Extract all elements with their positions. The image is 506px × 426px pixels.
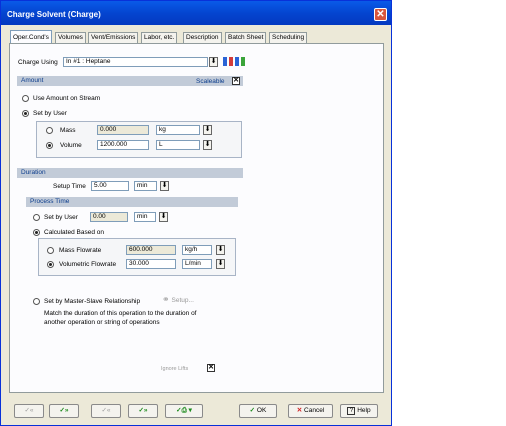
mass-flowrate-radio[interactable] [47,247,54,254]
close-button[interactable]: ✕ [374,8,387,21]
set-by-user-radio[interactable] [22,110,29,117]
vol-flowrate-unit-dropdown[interactable]: ⬇ [216,259,225,269]
ignore-lifts-label: Ignore Lifts [161,366,189,372]
duration-title: Duration [21,169,46,176]
first-op-button[interactable]: ✓« [14,404,44,418]
mass-flowrate-label: Mass Flowrate [59,247,102,254]
chevron-down-icon: ⬇ [204,126,211,133]
next-op-button[interactable]: ✓» [49,404,79,418]
volume-field[interactable]: 1200.000 [97,140,149,150]
setup-time-unit-select[interactable]: min [134,181,157,191]
help-button-label: Help [357,407,371,414]
amount-title: Amount [21,77,44,84]
tab-panel: Charge Using In #1 : Heptane ⬇ Amount Sc… [9,43,384,393]
charge-using-dropdown[interactable]: ⬇ [209,57,218,67]
check-forward-icon: ✓» [59,407,69,414]
mass-unit-dropdown[interactable]: ⬇ [203,125,212,135]
mass-unit-select[interactable]: kg [156,125,200,135]
x-icon: ✕ [296,407,303,414]
chevron-down-icon: ⬇ [210,58,217,65]
master-slave-desc-line1: Match the duration of this operation to … [44,310,197,317]
vol-flowrate-radio[interactable] [47,261,54,268]
setup-time-unit-dropdown[interactable]: ⬇ [160,181,169,191]
mass-field[interactable]: 0.000 [97,125,149,135]
check-menu-icon: ✓⎙ ▾ [176,407,192,414]
check-fast-forward-icon: ✓» [138,407,148,414]
help-button[interactable]: ? Help [340,404,378,418]
process-set-by-user-label: Set by User [44,214,78,221]
tab-vent-emissions[interactable]: Vent/Emissions [88,32,139,43]
help-icon: ? [347,407,356,415]
chevron-down-icon: ⬇ [160,213,167,220]
volume-unit-dropdown[interactable]: ⬇ [203,140,212,150]
setup-time-label: Setup Time [53,183,86,190]
chevron-down-icon: ⬇ [204,141,211,148]
ignore-lifts-checkbox[interactable]: ✕ [207,364,215,372]
setup-time-field[interactable]: 5.00 [91,181,129,191]
last-op-button[interactable]: ✓» [128,404,158,418]
master-slave-label: Set by Master-Slave Relationship [44,298,141,305]
flowrate-box [38,238,236,276]
process-unit-dropdown[interactable]: ⬇ [159,212,168,222]
vol-flowrate-unit-select[interactable]: L/min [182,259,212,269]
process-set-by-user-field[interactable]: 0.00 [90,212,128,222]
duration-header: Duration [17,168,243,178]
use-amount-on-stream-label: Use Amount on Stream [33,95,101,102]
mass-radio[interactable] [46,127,53,134]
mass-flowrate-field[interactable]: 600.000 [126,245,176,255]
mass-flowrate-unit-dropdown[interactable]: ⬇ [216,245,225,255]
prev-op-button[interactable]: ✓« [91,404,121,418]
cancel-button-label: Cancel [304,407,325,414]
scaleable-label: Scaleable [196,78,225,85]
tab-oper-conds[interactable]: Oper.Cond's [10,30,52,44]
process-unit-select[interactable]: min [134,212,156,222]
dialog-window: Charge Solvent (Charge) ✕ Oper.Cond's Vo… [0,0,392,426]
tab-batch-sheet[interactable]: Batch Sheet [225,32,267,43]
master-slave-desc-line2: another operation or string of operation… [44,319,160,326]
volume-radio[interactable] [46,142,53,149]
close-icon: ✕ [376,9,385,20]
calculated-based-on-label: Calculated Based on [44,229,104,236]
cancel-button[interactable]: ✕ Cancel [288,404,333,418]
chain-icon: ⚭ [162,294,170,304]
volume-label: Volume [60,142,82,149]
check-back-icon: ✓« [101,407,111,414]
vol-flowrate-label: Volumetric Flowrate [59,261,117,268]
charge-using-select[interactable]: In #1 : Heptane [63,57,208,67]
calculated-based-on-radio[interactable] [33,229,40,236]
process-time-title: Process Time [30,198,70,205]
apply-menu-button[interactable]: ✓⎙ ▾ [165,404,203,418]
ok-button[interactable]: ✓ OK [239,404,277,418]
set-by-user-label: Set by User [33,110,67,117]
master-slave-radio[interactable] [33,298,40,305]
check-rewind-icon: ✓« [24,407,34,414]
window-title: Charge Solvent (Charge) [7,10,101,19]
check-icon: ✓ [249,407,256,414]
process-set-by-user-radio[interactable] [33,214,40,221]
mass-label: Mass [60,127,76,134]
charge-using-label: Charge Using [18,59,58,66]
process-time-header: Process Time [26,197,238,207]
chevron-down-icon: ⬇ [217,260,224,267]
vol-flowrate-field[interactable]: 30.000 [126,259,176,269]
use-amount-on-stream-radio[interactable] [22,95,29,102]
ok-button-label: OK [256,407,267,414]
volume-unit-select[interactable]: L [156,140,200,150]
tab-scheduling[interactable]: Scheduling [269,32,308,43]
mass-flowrate-unit-select[interactable]: kg/h [182,245,212,255]
tab-description[interactable]: Description [183,32,222,43]
tab-volumes[interactable]: Volumes [55,32,86,43]
chevron-down-icon: ⬇ [161,182,168,189]
flask-icon[interactable] [222,56,246,67]
setup-button-label: Setup... [171,297,194,304]
scaleable-checkbox[interactable]: ✕ [232,77,240,85]
setup-button[interactable]: ⚭ Setup... [162,294,208,306]
title-bar: Charge Solvent (Charge) ✕ [1,1,391,25]
tab-labor[interactable]: Labor, etc. [141,32,178,43]
chevron-down-icon: ⬇ [217,246,224,253]
